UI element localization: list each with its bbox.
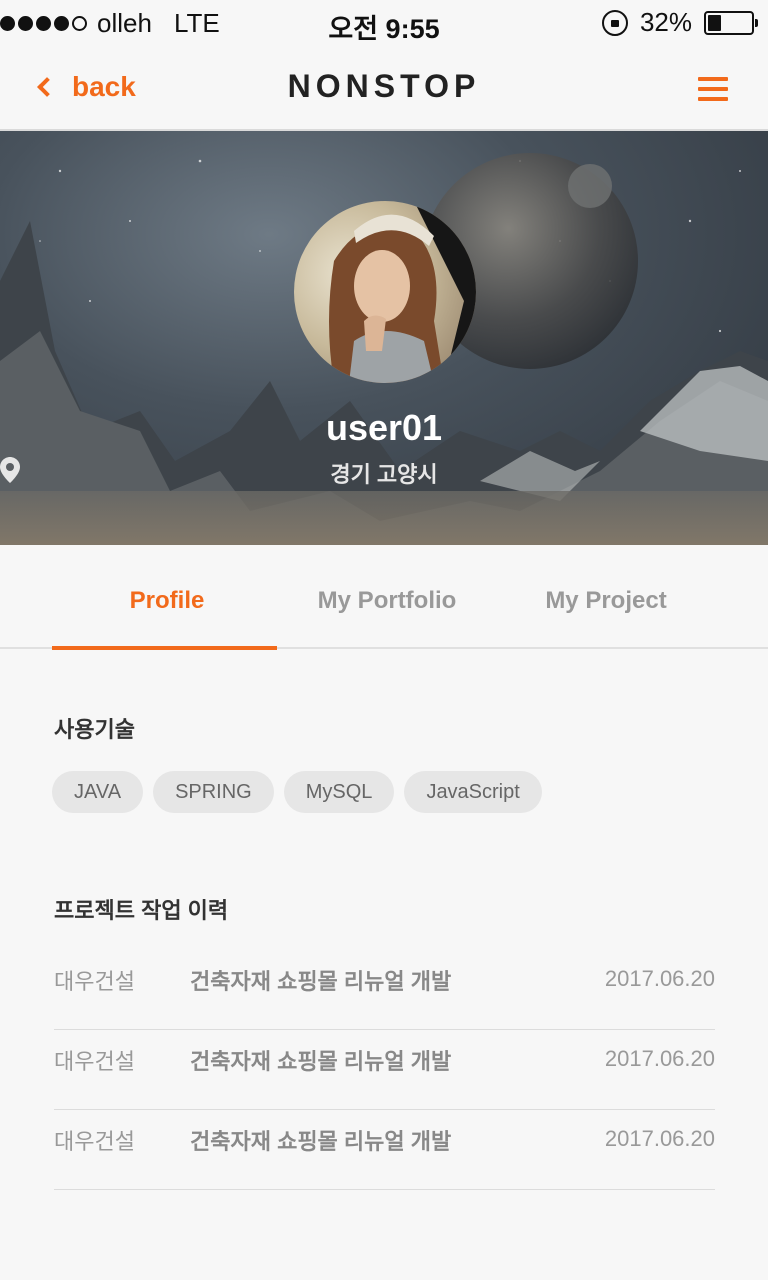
tab-profile[interactable]: Profile — [55, 587, 279, 615]
navigation-bar: back NONSTOP — [0, 46, 768, 131]
skills-list: JAVA SPRING MySQL JavaScript — [52, 771, 542, 813]
skill-chip: SPRING — [153, 771, 274, 813]
battery-fill — [708, 14, 721, 31]
history-project: 건축자재 쇼핑몰 리뉴얼 개발 — [190, 969, 452, 994]
skill-chip: JAVA — [52, 771, 144, 813]
menu-bar — [698, 77, 728, 81]
history-company: 대우건설 — [54, 1129, 135, 1154]
avatar[interactable] — [294, 201, 476, 383]
history-project: 건축자재 쇼핑몰 리뉴얼 개발 — [190, 1129, 452, 1154]
history-project: 건축자재 쇼핑몰 리뉴얼 개발 — [190, 1049, 452, 1074]
history-row[interactable]: 대우건설 건축자재 쇼핑몰 리뉴얼 개발 2017.06.20 — [54, 1110, 715, 1190]
profile-cover: user01 경기 고양시 — [0, 131, 768, 545]
history-company: 대우건설 — [54, 969, 135, 994]
location-pin-icon — [0, 457, 20, 483]
history-company: 대우건설 — [54, 1049, 135, 1074]
history-date: 2017.06.20 — [604, 1046, 715, 1071]
skill-chip: JavaScript — [404, 771, 542, 813]
profile-username: user01 — [325, 407, 443, 448]
menu-bar — [698, 87, 728, 91]
status-right: 32% — [601, 7, 758, 38]
skills-section-title: 사용기술 — [54, 717, 135, 742]
hamburger-menu-icon[interactable] — [698, 77, 728, 101]
history-row[interactable]: 대우건설 건축자재 쇼핑몰 리뉴얼 개발 2017.06.20 — [54, 1030, 715, 1110]
tab-my-portfolio[interactable]: My Portfolio — [275, 587, 499, 615]
history-date: 2017.06.20 — [604, 966, 715, 991]
history-section-title: 프로젝트 작업 이력 — [54, 898, 229, 923]
page-title: NONSTOP — [287, 68, 481, 104]
menu-bar — [698, 97, 728, 101]
active-tab-indicator — [52, 646, 277, 650]
battery-icon — [704, 10, 758, 35]
history-date: 2017.06.20 — [604, 1126, 715, 1151]
skill-chip: MySQL — [283, 771, 395, 813]
profile-tabs: Profile My Portfolio My Project — [0, 547, 768, 650]
rotation-lock-icon — [601, 9, 628, 36]
battery-percent: 32% — [639, 7, 692, 37]
status-bar: olleh LTE 오전 9:55 32% — [0, 0, 768, 46]
location-text: 경기 고양시 — [330, 462, 438, 487]
avatar-photo — [329, 201, 476, 383]
tab-my-project[interactable]: My Project — [494, 587, 718, 615]
history-row[interactable]: 대우건설 건축자재 쇼핑몰 리뉴얼 개발 2017.06.20 — [54, 950, 715, 1030]
project-history-list: 대우건설 건축자재 쇼핑몰 리뉴얼 개발 2017.06.20 대우건설 건축자… — [54, 950, 715, 1190]
profile-location: 경기 고양시 — [0, 457, 768, 489]
